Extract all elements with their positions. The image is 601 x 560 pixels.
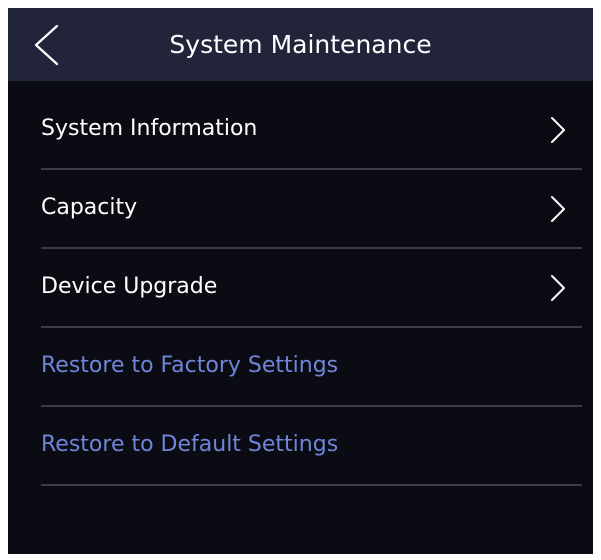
device-screen: System Maintenance System Information Ca… [8,8,593,554]
menu-item-label: Restore to Default Settings [41,432,339,457]
restore-factory-settings-button[interactable]: Restore to Factory Settings [8,328,593,407]
page-title: System Maintenance [169,30,432,59]
maintenance-menu: System Information Capacity Device Upgra… [8,91,593,486]
menu-item-label: Capacity [41,195,138,220]
menu-item-label: Device Upgrade [41,274,218,299]
chevron-right-icon [551,275,565,301]
title-bar: System Maintenance [8,8,593,81]
back-button[interactable] [8,8,80,81]
divider [41,484,582,486]
chevron-right-icon [551,117,565,143]
menu-item-device-upgrade[interactable]: Device Upgrade [8,249,593,328]
menu-item-capacity[interactable]: Capacity [8,170,593,249]
chevron-right-icon [551,196,565,222]
menu-item-label: System Information [41,116,258,141]
menu-item-system-information[interactable]: System Information [8,91,593,170]
restore-default-settings-button[interactable]: Restore to Default Settings [8,407,593,486]
chevron-left-icon [34,24,59,66]
menu-item-label: Restore to Factory Settings [41,353,339,378]
